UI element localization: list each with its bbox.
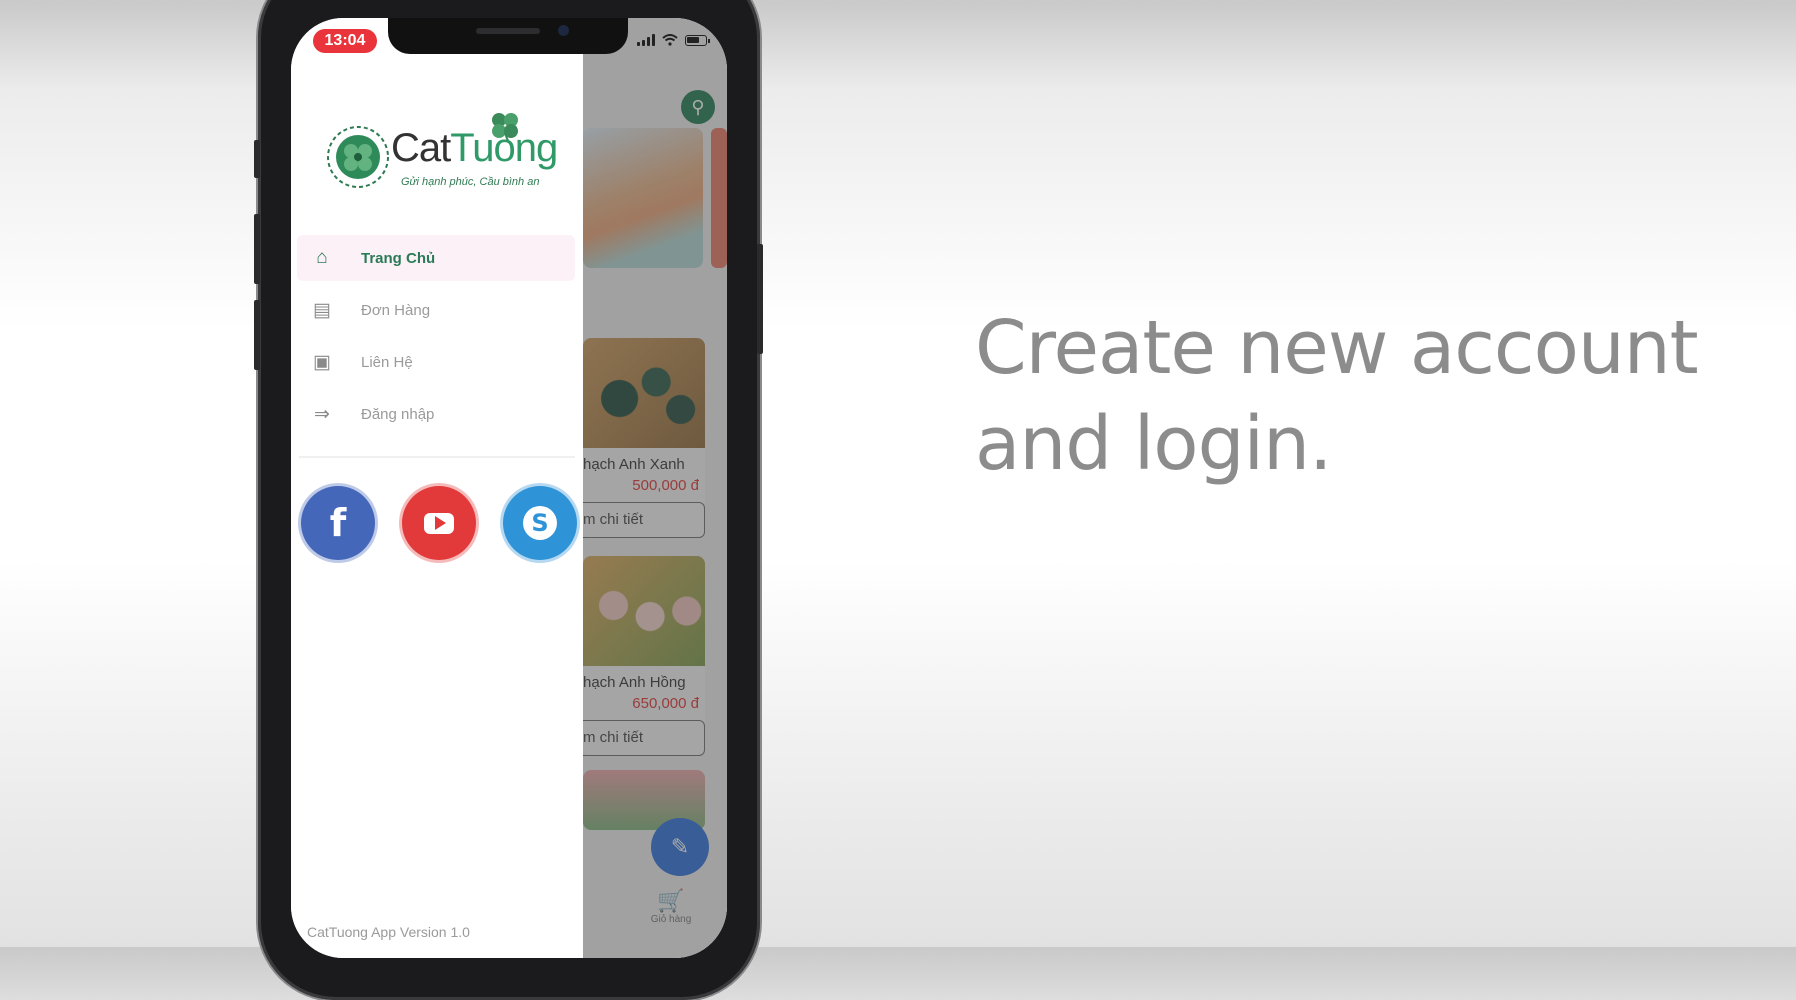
menu-item-contact[interactable]: ▣ Liên Hệ [297, 339, 575, 385]
phone-notch [388, 18, 628, 54]
status-time: 13:04 [313, 29, 377, 53]
app-version: CatTuong App Version 1.0 [307, 924, 470, 940]
youtube-icon [424, 512, 454, 534]
home-icon: ⌂ [316, 247, 328, 268]
logo-wordmark-cat: Cat [391, 126, 451, 170]
phone-power-button [757, 244, 763, 354]
wifi-icon [662, 34, 678, 46]
facebook-button[interactable]: f [301, 486, 375, 560]
skype-button[interactable]: S [503, 486, 577, 560]
caption-line-2: and login. [975, 401, 1333, 487]
facebook-icon: f [329, 501, 347, 545]
logo-wordmark-tuong: Tuong [450, 126, 558, 170]
phone-volume-up [254, 214, 260, 284]
phone-screen: ⚲ hạch Anh Xanh 500,000 đ m chi tiết hạc… [291, 18, 727, 958]
cattuong-logo: CatTuong Gửi hạnh phúc, Cầu bình an [325, 113, 558, 194]
list-icon: ▤ [313, 299, 331, 321]
speaker-grille [476, 28, 540, 34]
front-camera [558, 25, 569, 36]
menu-item-label: Đơn Hàng [361, 301, 431, 319]
logo-tagline: Gửi hạnh phúc, Cầu bình an [401, 176, 540, 188]
drawer-divider [299, 456, 575, 458]
login-icon: ⇒ [314, 403, 330, 425]
menu-item-label: Trang Chủ [361, 249, 436, 267]
logo-wordmark: CatTuong [391, 126, 558, 171]
phone-volume-down [254, 300, 260, 370]
caption: Create new account and login. [975, 300, 1735, 492]
menu-item-label: Đăng nhập [361, 405, 435, 423]
menu-item-orders[interactable]: ▤ Đơn Hàng [297, 287, 575, 333]
skype-icon: S [523, 506, 557, 540]
battery-icon [685, 34, 710, 46]
caption-line-1: Create new account [975, 305, 1699, 391]
status-icons [637, 34, 710, 46]
social-links: f S [301, 486, 577, 560]
menu-item-home[interactable]: ⌂ Trang Chủ [297, 235, 575, 281]
phone-side-button [254, 140, 260, 178]
navigation-drawer: CatTuong Gửi hạnh phúc, Cầu bình an ⌂ Tr… [291, 18, 583, 958]
drawer-scrim[interactable] [583, 18, 727, 958]
contact-icon: ▣ [313, 351, 331, 373]
menu-item-login[interactable]: ⇒ Đăng nhập [297, 391, 575, 437]
youtube-button[interactable] [402, 486, 476, 560]
signal-icon [637, 34, 655, 46]
clover-logo-icon [327, 126, 389, 188]
menu-item-label: Liên Hệ [361, 353, 413, 371]
drawer-menu: ⌂ Trang Chủ ▤ Đơn Hàng ▣ Liên Hệ ⇒ Đăng … [297, 235, 575, 443]
